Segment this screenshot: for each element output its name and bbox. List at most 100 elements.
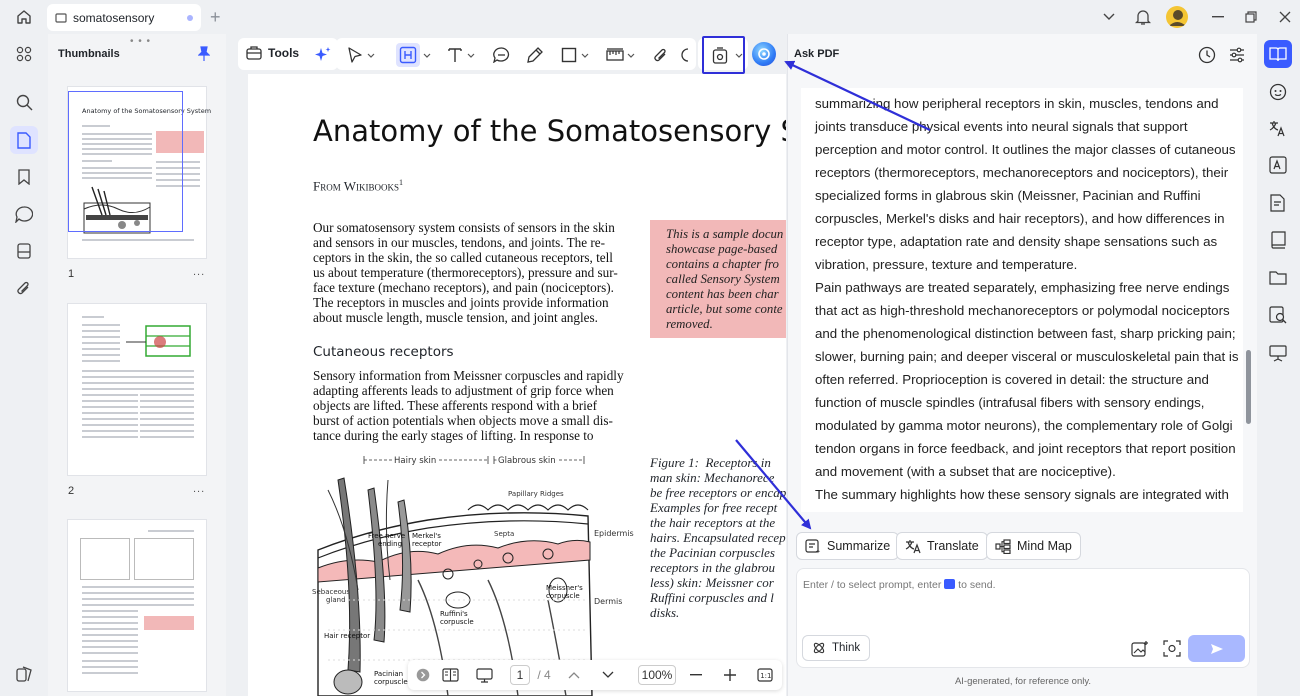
think-toggle[interactable]: Think	[802, 635, 871, 661]
comment-icon	[492, 47, 509, 63]
attachments-button[interactable]	[10, 274, 38, 302]
summarize-button[interactable]: Summarize	[796, 532, 900, 560]
reader-tab[interactable]	[1267, 229, 1289, 251]
mind-map-button[interactable]: Mind Map	[986, 532, 1081, 560]
pin-icon	[198, 46, 210, 61]
layers-icon	[16, 666, 32, 682]
thumbnail-page-1[interactable]: Anatomy of the Somatosensory System	[68, 87, 211, 258]
chevron-down-icon	[1103, 13, 1115, 20]
text-line: burst of action potentials when objects …	[313, 413, 613, 428]
attach-tool[interactable]	[652, 46, 670, 64]
summary-tab[interactable]	[1267, 192, 1289, 214]
maximize-button[interactable]	[1239, 6, 1263, 28]
think-label: Think	[832, 642, 861, 654]
chevron-down-icon	[467, 53, 475, 58]
stamp-tool-dropdown[interactable]	[734, 46, 744, 64]
page-navigation-bar: 1 / 4 100% 1:1	[408, 660, 782, 690]
new-tab-button[interactable]: +	[210, 8, 221, 26]
screenshot-button[interactable]	[1163, 640, 1181, 657]
text-line: ceptors in the skin, the so called cutan…	[313, 250, 613, 265]
collapse-nav-button[interactable]	[416, 665, 430, 685]
svg-text:1:1: 1:1	[760, 672, 771, 680]
pin-panel-button[interactable]	[198, 46, 210, 62]
chevron-down-icon	[735, 53, 743, 58]
presentation-button[interactable]	[474, 665, 494, 685]
measure-tool-dropdown[interactable]	[626, 46, 636, 64]
actual-size-button[interactable]: 1:1	[756, 665, 774, 685]
ocr-tab[interactable]	[1267, 154, 1289, 176]
ai-chat-tab[interactable]	[1267, 81, 1289, 103]
stamp-tool[interactable]	[711, 46, 729, 64]
search-button[interactable]	[10, 88, 38, 116]
page-layout-button[interactable]	[440, 665, 460, 685]
label-meissners-corpuscle: corpuscle	[546, 592, 580, 600]
sample-note: This is a sample docun showcase page-bas…	[650, 220, 786, 338]
tab-list-button[interactable]	[1097, 6, 1121, 28]
tools-button[interactable]: Tools	[246, 45, 299, 60]
document-sparkle-icon	[1270, 194, 1285, 212]
select-tool-dropdown[interactable]	[366, 46, 376, 64]
pen-icon	[527, 47, 543, 63]
highlight-tool-dropdown[interactable]	[422, 46, 432, 64]
files-tab[interactable]	[1267, 266, 1289, 288]
text-tool-dropdown[interactable]	[466, 46, 476, 64]
pen-tool[interactable]	[526, 46, 544, 64]
paperclip-icon	[654, 48, 666, 61]
book-sparkle-icon	[1269, 47, 1287, 62]
chevron-right-circle-icon	[416, 668, 430, 682]
next-page-button[interactable]	[600, 665, 616, 685]
avatar[interactable]	[1166, 6, 1188, 28]
thumbnail-page-2[interactable]	[68, 304, 206, 475]
unsaved-dot	[187, 14, 193, 21]
title-bar: somatosensory +	[0, 0, 1300, 34]
translate-tab[interactable]	[1267, 118, 1289, 140]
zoom-level[interactable]: 100%	[638, 665, 676, 685]
thumbnail-menu[interactable]: ...	[193, 483, 205, 495]
shape-tool[interactable]	[560, 46, 578, 64]
text-line: Our somatosensory system consists of sen…	[313, 220, 615, 235]
thumbnail-page-3[interactable]	[68, 520, 206, 691]
zoom-out-button[interactable]	[688, 665, 704, 685]
zoom-in-button[interactable]	[722, 665, 738, 685]
ask-pdf-tab[interactable]	[1264, 40, 1292, 68]
close-icon	[1279, 11, 1291, 23]
thumbnails-button[interactable]	[10, 126, 38, 154]
home-button[interactable]	[10, 6, 38, 28]
close-button[interactable]	[1273, 6, 1297, 28]
minimize-button[interactable]	[1206, 6, 1230, 28]
measure-tool[interactable]	[606, 46, 624, 64]
thumbnail-menu[interactable]: ...	[193, 266, 205, 278]
label-meissners: Meissner's	[546, 584, 583, 592]
ai-sparkle-button[interactable]	[314, 46, 332, 64]
previous-page-button[interactable]	[566, 665, 582, 685]
bookmarks-button[interactable]	[10, 163, 38, 191]
notifications-button[interactable]	[1131, 6, 1155, 28]
thumbnail-number: 1	[68, 268, 75, 280]
highlight-tool[interactable]	[396, 43, 420, 67]
translate-button[interactable]: Translate	[896, 532, 988, 560]
insert-image-button[interactable]	[1131, 640, 1149, 657]
response-scrollbar[interactable]	[1246, 350, 1251, 424]
pdf-file-icon	[55, 12, 67, 23]
comment-tool[interactable]	[492, 46, 510, 64]
page-number-input[interactable]: 1	[510, 665, 530, 685]
annotation-tools-group	[336, 38, 696, 70]
prompt-input-box[interactable]: Enter / to select prompt, enter to send.…	[796, 568, 1250, 668]
theme-button[interactable]	[10, 660, 38, 688]
apps-button[interactable]	[10, 40, 38, 68]
send-button[interactable]	[1188, 635, 1245, 662]
ai-assistant-button[interactable]	[752, 42, 776, 66]
partial-tool[interactable]	[680, 46, 690, 64]
search-document-tab[interactable]	[1267, 304, 1289, 326]
present-tab[interactable]	[1267, 342, 1289, 364]
history-button[interactable]	[1198, 46, 1216, 64]
select-tool[interactable]	[346, 46, 364, 64]
shape-tool-dropdown[interactable]	[580, 46, 590, 64]
drag-handle[interactable]: • • •	[130, 36, 151, 47]
document-tab[interactable]: somatosensory	[47, 4, 201, 31]
stamps-button[interactable]	[10, 237, 38, 265]
text-tool[interactable]	[446, 46, 464, 64]
book-layout-icon	[441, 668, 459, 682]
comments-button[interactable]	[10, 200, 38, 228]
settings-button[interactable]	[1228, 46, 1246, 64]
